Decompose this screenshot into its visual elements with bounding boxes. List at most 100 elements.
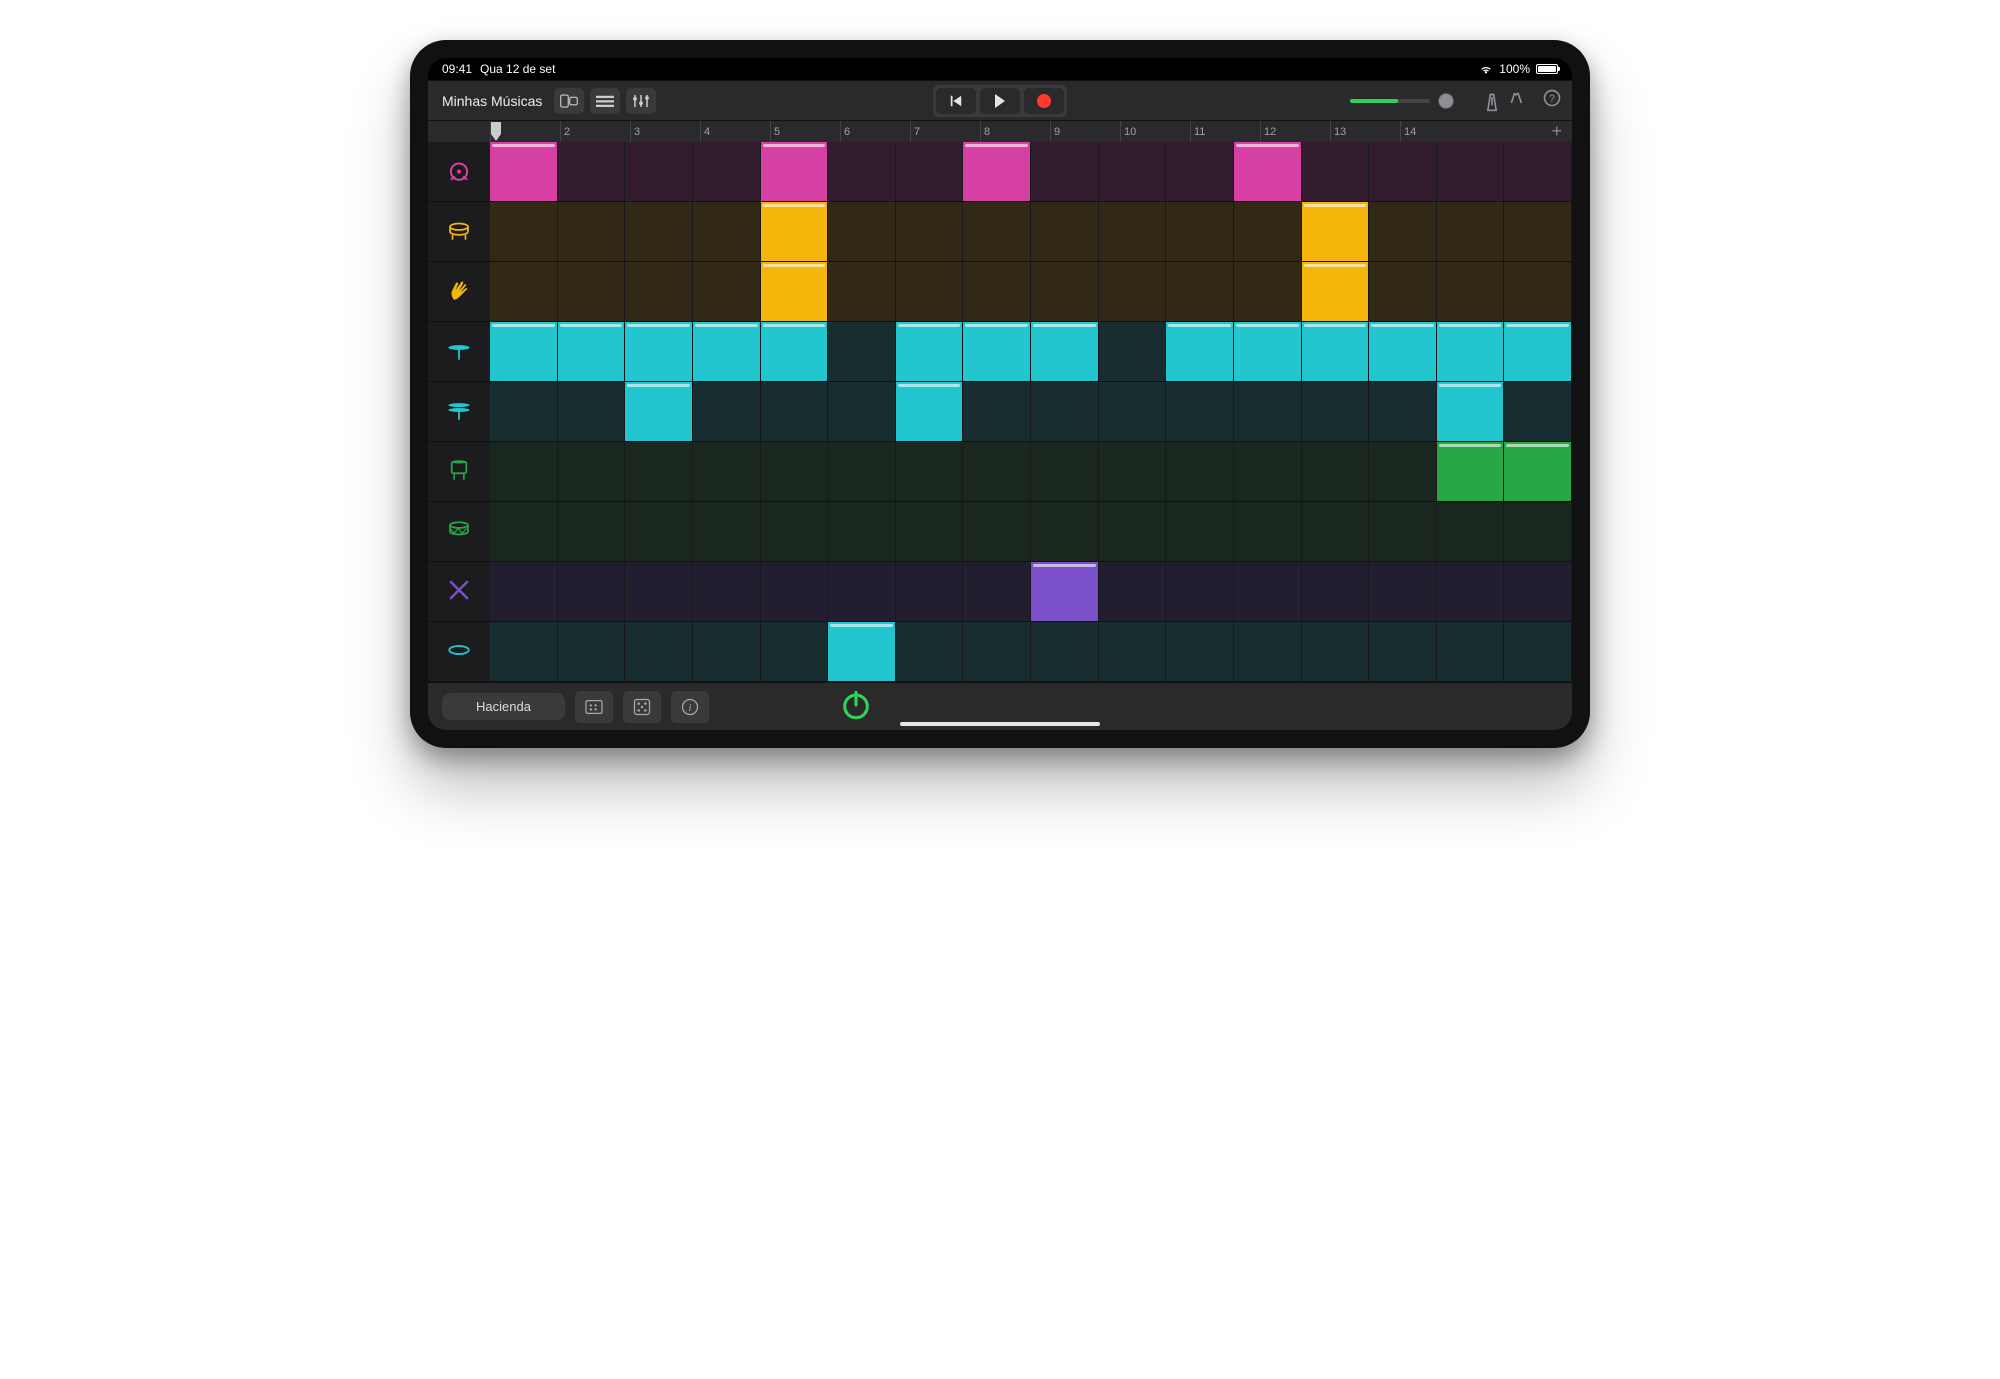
step-cell[interactable] [1099,622,1167,681]
timeline-ruler[interactable]: 1234567891011121314+ [428,120,1572,142]
step-cell[interactable] [1166,442,1234,501]
mixer-button[interactable] [626,88,656,114]
step-cell[interactable] [1031,322,1099,381]
step-cell[interactable] [1302,442,1370,501]
step-cell[interactable] [828,202,896,261]
step-cell[interactable] [1234,142,1302,201]
step-cell[interactable] [1504,382,1572,441]
step-cell[interactable] [1166,322,1234,381]
step-cell[interactable] [828,562,896,621]
ruler-tick[interactable]: 14 [1400,121,1470,142]
step-cell[interactable] [1504,202,1572,261]
browser-view-button[interactable] [554,88,584,114]
step-cell[interactable] [1166,562,1234,621]
step-cell[interactable] [1099,202,1167,261]
settings-button[interactable] [1508,88,1528,113]
ruler-tick[interactable]: 2 [560,121,630,142]
ruler-tick[interactable]: 10 [1120,121,1190,142]
step-cell[interactable] [558,622,626,681]
step-cell[interactable] [896,322,964,381]
step-cell[interactable] [1437,322,1505,381]
step-cell[interactable] [1437,502,1505,561]
step-cell[interactable] [1302,622,1370,681]
step-settings-button[interactable] [575,691,613,723]
track-header-clap[interactable] [428,262,490,322]
track-header-hihat-open[interactable] [428,382,490,442]
step-cell[interactable] [963,502,1031,561]
ruler-tick[interactable]: 7 [910,121,980,142]
step-cell[interactable] [558,382,626,441]
step-cell[interactable] [963,142,1031,201]
track-header-snare[interactable] [428,202,490,262]
play-button[interactable] [980,88,1020,114]
step-cell[interactable] [896,442,964,501]
step-cell[interactable] [625,142,693,201]
step-cell[interactable] [490,622,558,681]
step-cell[interactable] [828,622,896,681]
step-cell[interactable] [490,262,558,321]
step-cell[interactable] [828,502,896,561]
step-cell[interactable] [963,562,1031,621]
step-cell[interactable] [828,262,896,321]
step-cell[interactable] [625,322,693,381]
step-cell[interactable] [558,442,626,501]
master-volume[interactable] [1350,93,1454,109]
step-cell[interactable] [1234,622,1302,681]
step-cell[interactable] [1166,202,1234,261]
step-cell[interactable] [693,442,761,501]
step-cell[interactable] [693,502,761,561]
step-cell[interactable] [558,562,626,621]
step-cell[interactable] [761,262,829,321]
step-cell[interactable] [963,262,1031,321]
step-cell[interactable] [490,382,558,441]
step-cell[interactable] [558,502,626,561]
step-cell[interactable] [1437,442,1505,501]
step-cell[interactable] [761,202,829,261]
step-cell[interactable] [1437,262,1505,321]
step-cell[interactable] [693,202,761,261]
step-cell[interactable] [1031,562,1099,621]
step-cell[interactable] [1504,442,1572,501]
rewind-button[interactable] [936,88,976,114]
randomize-button[interactable] [623,691,661,723]
step-cell[interactable] [828,442,896,501]
step-cell[interactable] [896,202,964,261]
track-header-hihat-closed[interactable] [428,322,490,382]
step-cell[interactable] [1166,142,1234,201]
step-cell[interactable] [1369,382,1437,441]
step-cell[interactable] [1031,202,1099,261]
step-cell[interactable] [1504,622,1572,681]
step-cell[interactable] [761,322,829,381]
step-cell[interactable] [1369,562,1437,621]
track-header-perc[interactable] [428,622,490,682]
step-cell[interactable] [1099,262,1167,321]
step-cell[interactable] [1234,322,1302,381]
step-cell[interactable] [693,262,761,321]
ruler-tick[interactable]: 11 [1190,121,1260,142]
step-cell[interactable] [1234,502,1302,561]
help-button[interactable]: ? [1542,88,1562,113]
step-cell[interactable] [625,442,693,501]
step-cell[interactable] [1302,142,1370,201]
track-header-tom-low[interactable] [428,502,490,562]
volume-knob[interactable] [1438,93,1454,109]
step-cell[interactable] [1234,442,1302,501]
step-cell[interactable] [625,502,693,561]
power-button[interactable] [839,688,873,725]
step-cell[interactable] [1302,202,1370,261]
step-cell[interactable] [761,502,829,561]
step-cell[interactable] [963,202,1031,261]
home-indicator[interactable] [900,722,1100,726]
step-cell[interactable] [693,142,761,201]
step-cell[interactable] [625,622,693,681]
step-cell[interactable] [558,202,626,261]
step-cell[interactable] [963,442,1031,501]
step-cell[interactable] [761,382,829,441]
info-button[interactable]: i [671,691,709,723]
step-cell[interactable] [1031,622,1099,681]
step-cell[interactable] [490,442,558,501]
step-cell[interactable] [1504,142,1572,201]
step-cell[interactable] [1504,502,1572,561]
pattern-selector[interactable]: Hacienda [442,693,565,720]
track-header-sticks[interactable] [428,562,490,622]
